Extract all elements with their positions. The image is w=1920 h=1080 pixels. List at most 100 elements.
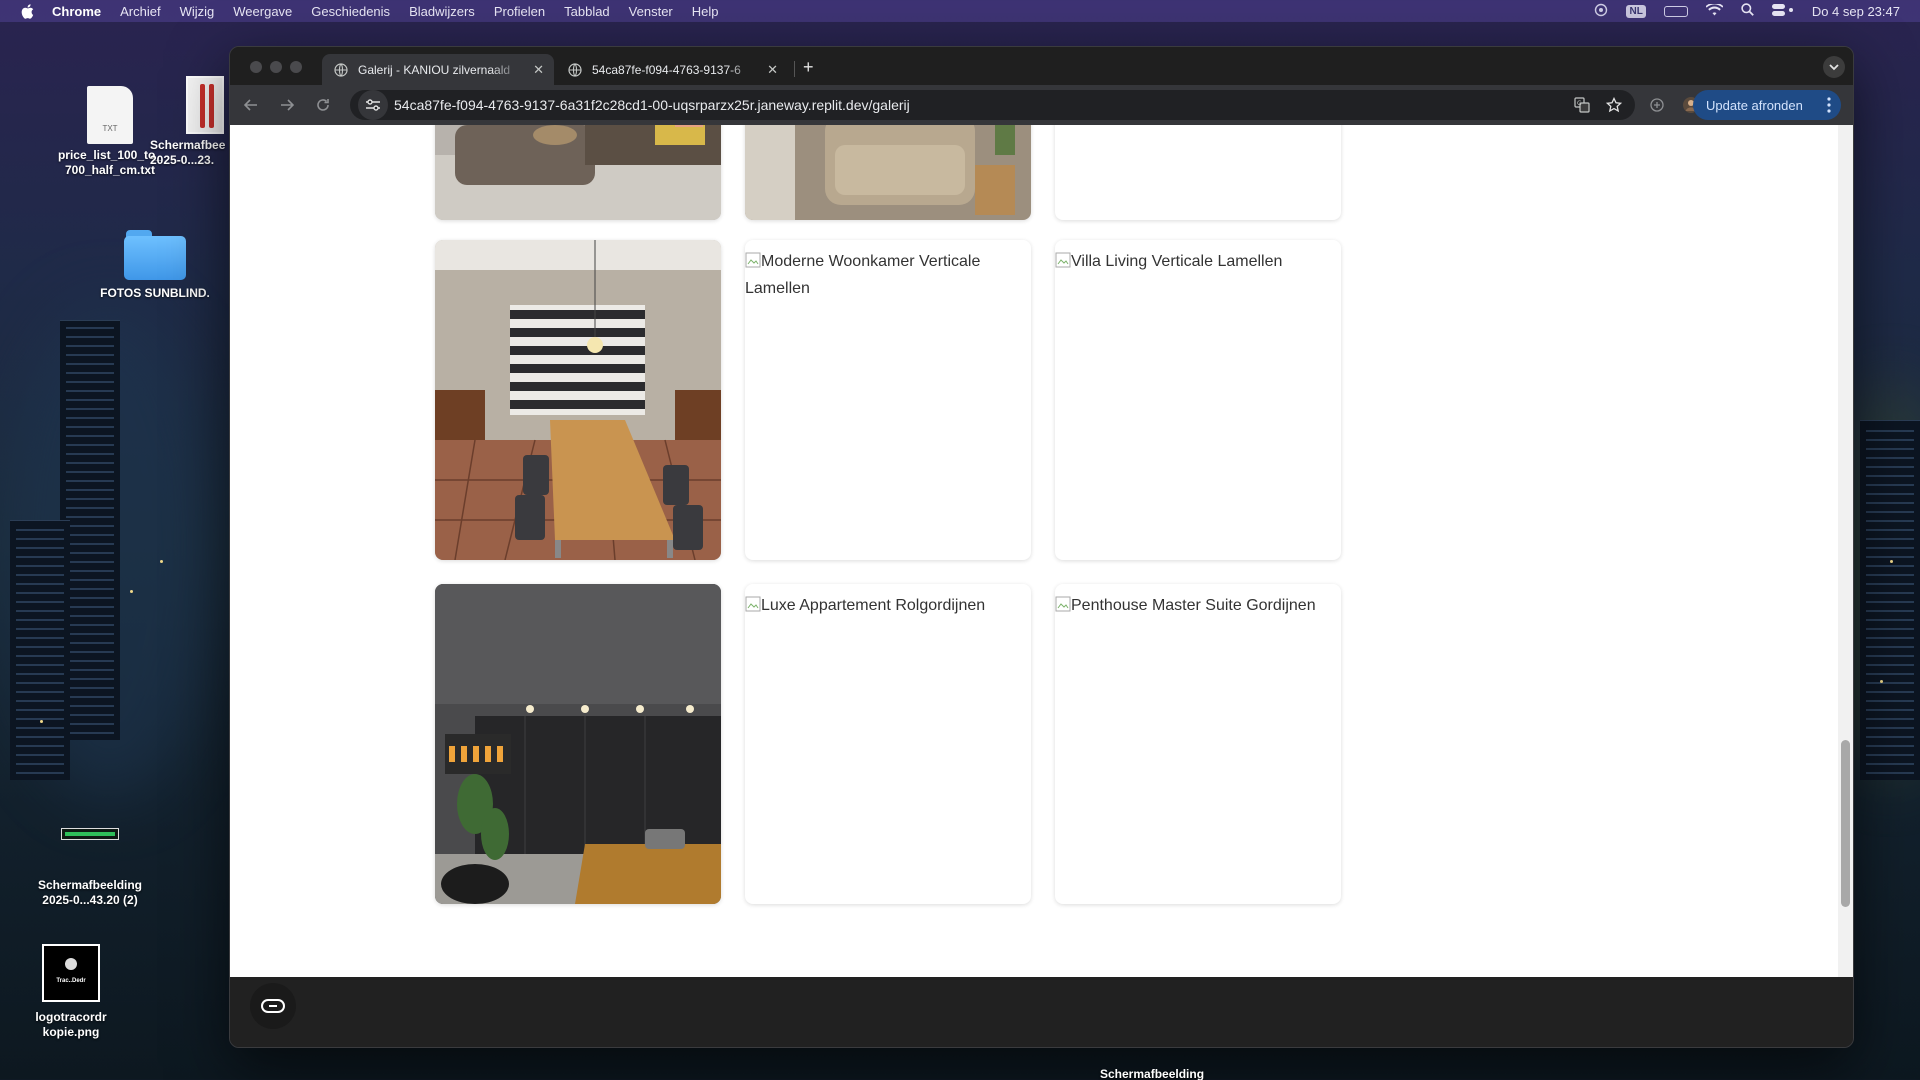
update-button-label: Update afronden: [1706, 97, 1803, 113]
gallery-card-broken[interactable]: Villa Living Verticale Lamellen: [1055, 240, 1341, 560]
address-bar[interactable]: 54ca87fe-f094-4763-9137-6a31f2c28cd1-00-…: [350, 90, 1635, 120]
gallery-card[interactable]: [745, 125, 1031, 220]
back-button[interactable]: [240, 94, 262, 116]
desktop-file-logo[interactable]: Trac..Dedr logotracordr kopie.png: [26, 944, 116, 1040]
translate-icon[interactable]: G: [1573, 96, 1591, 114]
wallpaper-light: [40, 720, 43, 723]
image-thumbnail: Trac..Dedr: [42, 944, 100, 1002]
battery-icon[interactable]: [1663, 5, 1688, 17]
text-file-icon: TXT: [87, 86, 133, 144]
tab-title: Galerij - KANIOU zilvernaald: [358, 62, 511, 77]
page-viewport: Moderne Woonkamer Verticale Lamellen Vil…: [230, 125, 1840, 977]
desktop-icon-label: Schermafbee: [150, 138, 226, 152]
wallpaper-light: [1890, 560, 1893, 563]
menu-item-archief[interactable]: Archief: [120, 4, 160, 19]
apple-icon[interactable]: [20, 3, 34, 19]
wallpaper-light: [160, 560, 163, 563]
close-tab-icon[interactable]: ✕: [533, 62, 544, 78]
close-tab-icon[interactable]: ✕: [767, 62, 778, 78]
clock-datetime[interactable]: Do 4 sep 23:47: [1812, 4, 1900, 19]
control-center-icon[interactable]: [1771, 3, 1794, 19]
desktop-icon-label[interactable]: Schermafbeelding: [1100, 1067, 1204, 1080]
desktop-icon-label: kopie.png: [42, 1025, 100, 1039]
desktop-icon-label: 2025-0...43.20 (2): [42, 893, 138, 907]
new-tab-button[interactable]: +: [803, 57, 814, 78]
page-scrollbar[interactable]: [1838, 125, 1853, 977]
link-toggle-icon: [261, 999, 285, 1013]
gallery-photo: [435, 240, 721, 560]
menu-item-tabblad[interactable]: Tabblad: [564, 4, 610, 19]
window-controls: [250, 61, 302, 73]
alt-text: Luxe Appartement Rolgordijnen: [761, 597, 986, 614]
menu-item-geschiedenis[interactable]: Geschiedenis: [311, 4, 390, 19]
alt-text: Moderne Woonkamer Verticale Lamellen: [745, 253, 981, 297]
gallery-card-broken[interactable]: Penthouse Master Suite Gordijnen: [1055, 584, 1341, 904]
forward-button[interactable]: [276, 94, 298, 116]
menu-item-profielen[interactable]: Profielen: [494, 4, 545, 19]
macos-menubar: Chrome Archief Wijzig Weergave Geschiede…: [0, 0, 1920, 22]
menu-app-name[interactable]: Chrome: [52, 4, 101, 19]
reload-button[interactable]: [312, 94, 334, 116]
desktop-file-screenshot-2[interactable]: Schermafbeelding 2025-0...43.20 (2): [25, 828, 155, 908]
broken-image-icon: [745, 596, 761, 612]
folder-icon: [124, 230, 186, 280]
svg-text:G: G: [1577, 100, 1582, 107]
gallery-card[interactable]: [435, 240, 721, 560]
wallpaper-light: [1880, 680, 1883, 683]
menu-item-help[interactable]: Help: [692, 4, 719, 19]
broken-image-icon: [745, 252, 761, 268]
broken-image-icon: [1055, 596, 1071, 612]
gallery-photo: [435, 584, 721, 904]
desktop-folder-fotos-sunblind[interactable]: FOTOS SUNBLIND.: [90, 230, 220, 301]
more-vert-icon: [1827, 97, 1831, 113]
gallery-photo: [745, 125, 1031, 220]
menu-item-wijzig[interactable]: Wijzig: [180, 4, 215, 19]
wallpaper-building: [10, 520, 70, 780]
tab-replit-url[interactable]: 54ca87fe-f094-4763-9137-6 ✕: [556, 54, 788, 85]
desktop-file-screenshot-1[interactable]: Schermafbee 2025-0...23.: [150, 76, 230, 168]
spotlight-search-icon[interactable]: [1741, 3, 1754, 19]
wifi-icon[interactable]: [1705, 2, 1724, 19]
menu-item-weergave[interactable]: Weergave: [233, 4, 292, 19]
gallery-card-broken[interactable]: Moderne Woonkamer Verticale Lamellen: [745, 240, 1031, 560]
close-window-button[interactable]: [250, 61, 262, 73]
browser-toolbar: 54ca87fe-f094-4763-9137-6a31f2c28cd1-00-…: [230, 85, 1853, 125]
site-info-button[interactable]: [358, 90, 388, 120]
gallery-photo: [435, 125, 721, 220]
input-source-badge[interactable]: NL: [1626, 4, 1646, 18]
broken-image-alt: Penthouse Master Suite Gordijnen: [1055, 592, 1316, 619]
desktop-icon-label: FOTOS SUNBLIND.: [100, 286, 210, 300]
file-type-badge: TXT: [102, 124, 118, 133]
zoom-window-button[interactable]: [290, 61, 302, 73]
tab-galerij[interactable]: Galerij - KANIOU zilvernaald ✕: [322, 54, 554, 85]
menu-item-venster[interactable]: Venster: [629, 4, 673, 19]
wallpaper-building: [1860, 420, 1920, 780]
tab-divider: [794, 61, 795, 77]
image-thumbnail: [61, 828, 119, 840]
gallery-card-broken[interactable]: Luxe Appartement Rolgordijnen: [745, 584, 1031, 904]
arrow-right-icon: [281, 99, 294, 111]
alt-text: Villa Living Verticale Lamellen: [1071, 253, 1283, 270]
arrow-left-icon: [244, 99, 257, 111]
tune-icon: [366, 99, 380, 111]
extension-icon[interactable]: [1648, 96, 1666, 114]
bookmark-star-icon[interactable]: [1605, 96, 1623, 114]
gallery-card-broken[interactable]: [1055, 125, 1341, 220]
update-browser-button[interactable]: Update afronden: [1693, 90, 1841, 120]
url-text[interactable]: 54ca87fe-f094-4763-9137-6a31f2c28cd1-00-…: [394, 97, 910, 113]
desktop-icon-label: 2025-0...23.: [150, 153, 215, 167]
tab-strip: Galerij - KANIOU zilvernaald ✕ 54ca87fe-…: [230, 47, 1853, 85]
screen-recording-icon[interactable]: [1594, 3, 1608, 20]
menu-item-bladwijzers[interactable]: Bladwijzers: [409, 4, 475, 19]
reload-icon: [317, 99, 329, 111]
scrollbar-thumb[interactable]: [1841, 740, 1850, 907]
gallery-card[interactable]: [435, 584, 721, 904]
page-footer-bar: [230, 977, 1853, 1047]
globe-icon: [568, 62, 582, 77]
tab-search-button[interactable]: [1823, 56, 1845, 78]
gallery-card[interactable]: [435, 125, 721, 220]
minimize-window-button[interactable]: [270, 61, 282, 73]
alt-text: Penthouse Master Suite Gordijnen: [1071, 597, 1316, 614]
floating-toggle-button[interactable]: [250, 983, 296, 1029]
desktop-icon-label: Schermafbeelding: [37, 878, 143, 892]
